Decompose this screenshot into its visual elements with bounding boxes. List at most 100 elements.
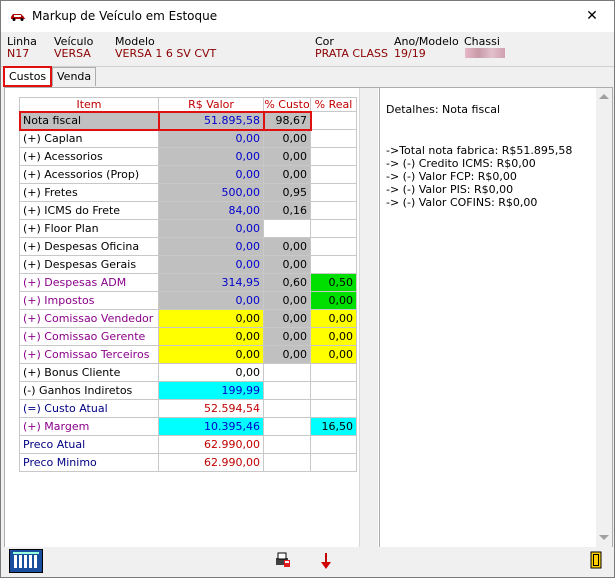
- row-item: (+) Comissao Vendedor: [19, 309, 159, 328]
- row-real: 16,50: [310, 417, 357, 436]
- details-line: -> (-) Credito ICMS: R$0,00: [386, 157, 536, 170]
- table-row[interactable]: (+) ICMS do Frete 84,00 0,16: [19, 201, 357, 220]
- bottom-toolbar: [1, 547, 614, 577]
- details-scrollbar[interactable]: [596, 88, 612, 547]
- table-row[interactable]: (-) Ganhos Indiretos 199,99: [19, 381, 357, 400]
- row-real: [310, 201, 357, 220]
- tab-venda[interactable]: Venda: [52, 67, 97, 86]
- table-row[interactable]: (+) Impostos 0,00 0,00 0,00: [19, 291, 357, 310]
- row-item: (+) Despesas ADM: [19, 273, 159, 292]
- row-valor: 84,00: [158, 201, 264, 220]
- row-custo: 0,00: [263, 255, 311, 274]
- table-row[interactable]: (=) Custo Atual 52.594,54: [19, 399, 357, 418]
- row-custo: 0,00: [263, 291, 311, 310]
- details-line: ->Total nota fabrica: R$51.895,58: [386, 144, 573, 157]
- panel-divider: [379, 88, 380, 547]
- grid-scroll-area: [359, 88, 378, 547]
- row-item: (+) Impostos: [19, 291, 159, 310]
- header-valor[interactable]: R$ Valor: [158, 97, 264, 112]
- ano-value: 19/19: [394, 47, 426, 60]
- calculator-button[interactable]: [9, 549, 43, 573]
- exit-door-icon[interactable]: [590, 551, 602, 569]
- table-row[interactable]: (+) Despesas Oficina 0,00 0,00: [19, 237, 357, 256]
- table-row[interactable]: (+) Caplan 0,00 0,00: [19, 129, 357, 148]
- table-row[interactable]: (+) Comissao Terceiros 0,00 0,00 0,00: [19, 345, 357, 364]
- table-row[interactable]: (+) Despesas ADM 314,95 0,60 0,50: [19, 273, 357, 292]
- row-real: [310, 111, 357, 130]
- details-line: -> (-) Valor PIS: R$0,00: [386, 183, 514, 196]
- table-row[interactable]: (+) Bonus Cliente 0,00: [19, 363, 357, 382]
- row-real: 0,00: [310, 345, 357, 364]
- table-row[interactable]: (+) Margem 10.395,46 16,50: [19, 417, 357, 436]
- row-real: 0,50: [310, 273, 357, 292]
- tab-custos[interactable]: Custos: [3, 66, 53, 87]
- scroll-up-icon[interactable]: [599, 94, 609, 99]
- row-real: [310, 237, 357, 256]
- details-heading: Detalhes: Nota fiscal: [386, 103, 501, 116]
- header-custo[interactable]: % Custo: [263, 97, 311, 112]
- details-line: -> (-) Valor COFINS: R$0,00: [386, 196, 538, 209]
- row-valor: 0,00: [158, 327, 264, 346]
- title-bar: Markup de Veículo em Estoque ✕: [1, 1, 614, 32]
- row-custo: 0,00: [263, 309, 311, 328]
- row-item: (+) Comissao Terceiros: [19, 345, 159, 364]
- row-valor: 0,00: [158, 255, 264, 274]
- table-row[interactable]: Nota fiscal 51.895,58 98,67: [18, 110, 357, 131]
- scroll-down-icon[interactable]: [599, 535, 609, 540]
- row-valor: 0,00: [158, 219, 264, 238]
- close-icon[interactable]: ✕: [574, 4, 610, 28]
- row-item: (+) Acessorios (Prop): [19, 165, 159, 184]
- print-icon[interactable]: [275, 552, 291, 568]
- row-valor: 199,99: [158, 381, 264, 400]
- header-item[interactable]: Item: [19, 97, 159, 112]
- row-valor: 500,00: [158, 183, 264, 202]
- row-custo: [263, 453, 311, 472]
- row-custo: [263, 399, 311, 418]
- row-custo: [263, 381, 311, 400]
- row-item: (+) Bonus Cliente: [19, 363, 159, 382]
- row-valor: 0,00: [158, 165, 264, 184]
- row-real: [310, 381, 357, 400]
- table-row[interactable]: (+) Fretes 500,00 0,95: [19, 183, 357, 202]
- table-row[interactable]: (+) Floor Plan 0,00: [19, 219, 357, 238]
- row-custo: 0,60: [263, 273, 311, 292]
- row-real: [310, 435, 357, 454]
- row-item: Preco Atual: [19, 435, 159, 454]
- header-real[interactable]: % Real: [310, 97, 357, 112]
- row-item: (+) Despesas Gerais: [19, 255, 159, 274]
- row-custo: [263, 435, 311, 454]
- row-item: Nota fiscal: [18, 110, 160, 131]
- row-item: (+) Comissao Gerente: [19, 327, 159, 346]
- table-row[interactable]: (+) Comissao Vendedor 0,00 0,00 0,00: [19, 309, 357, 328]
- table-row[interactable]: (+) Acessorios 0,00 0,00: [19, 147, 357, 166]
- row-item: (+) Caplan: [19, 129, 159, 148]
- down-arrow-icon[interactable]: [320, 552, 332, 570]
- row-custo: 0,95: [263, 183, 311, 202]
- details-panel: Detalhes: Nota fiscal ->Total nota fabri…: [384, 92, 594, 540]
- row-valor: 0,00: [158, 129, 264, 148]
- cost-table: Item R$ Valor % Custo % Real Nota fiscal…: [18, 97, 357, 472]
- table-row[interactable]: (+) Despesas Gerais 0,00 0,00: [19, 255, 357, 274]
- row-real: 0,00: [310, 309, 357, 328]
- row-item: Preco Minimo: [19, 453, 159, 472]
- table-row[interactable]: (+) Acessorios (Prop) 0,00 0,00: [19, 165, 357, 184]
- row-item: (+) Margem: [19, 417, 159, 436]
- vehicle-info-bar: Linha N17 Veículo VERSA Modelo VERSA 1 6…: [1, 32, 614, 67]
- cor-value: PRATA CLASS: [315, 47, 388, 60]
- details-line: -> (-) Valor FCP: R$0,00: [386, 170, 517, 183]
- row-valor: 0,00: [158, 345, 264, 364]
- linha-value: N17: [7, 47, 30, 60]
- row-real: 0,00: [310, 291, 357, 310]
- row-valor: 0,00: [158, 363, 264, 382]
- table-row[interactable]: Preco Atual 62.990,00: [19, 435, 357, 454]
- row-valor: 314,95: [158, 273, 264, 292]
- table-row[interactable]: (+) Comissao Gerente 0,00 0,00 0,00: [19, 327, 357, 346]
- custos-panel: Item R$ Valor % Custo % Real Nota fiscal…: [4, 87, 613, 548]
- row-item: (+) Floor Plan: [19, 219, 159, 238]
- veiculo-value: VERSA: [54, 47, 91, 60]
- row-real: [310, 255, 357, 274]
- chassi-value-redacted: [465, 48, 505, 58]
- row-valor: 51.895,58: [157, 110, 265, 131]
- table-row[interactable]: Preco Minimo 62.990,00: [19, 453, 357, 472]
- chassi-label: Chassi: [464, 35, 500, 48]
